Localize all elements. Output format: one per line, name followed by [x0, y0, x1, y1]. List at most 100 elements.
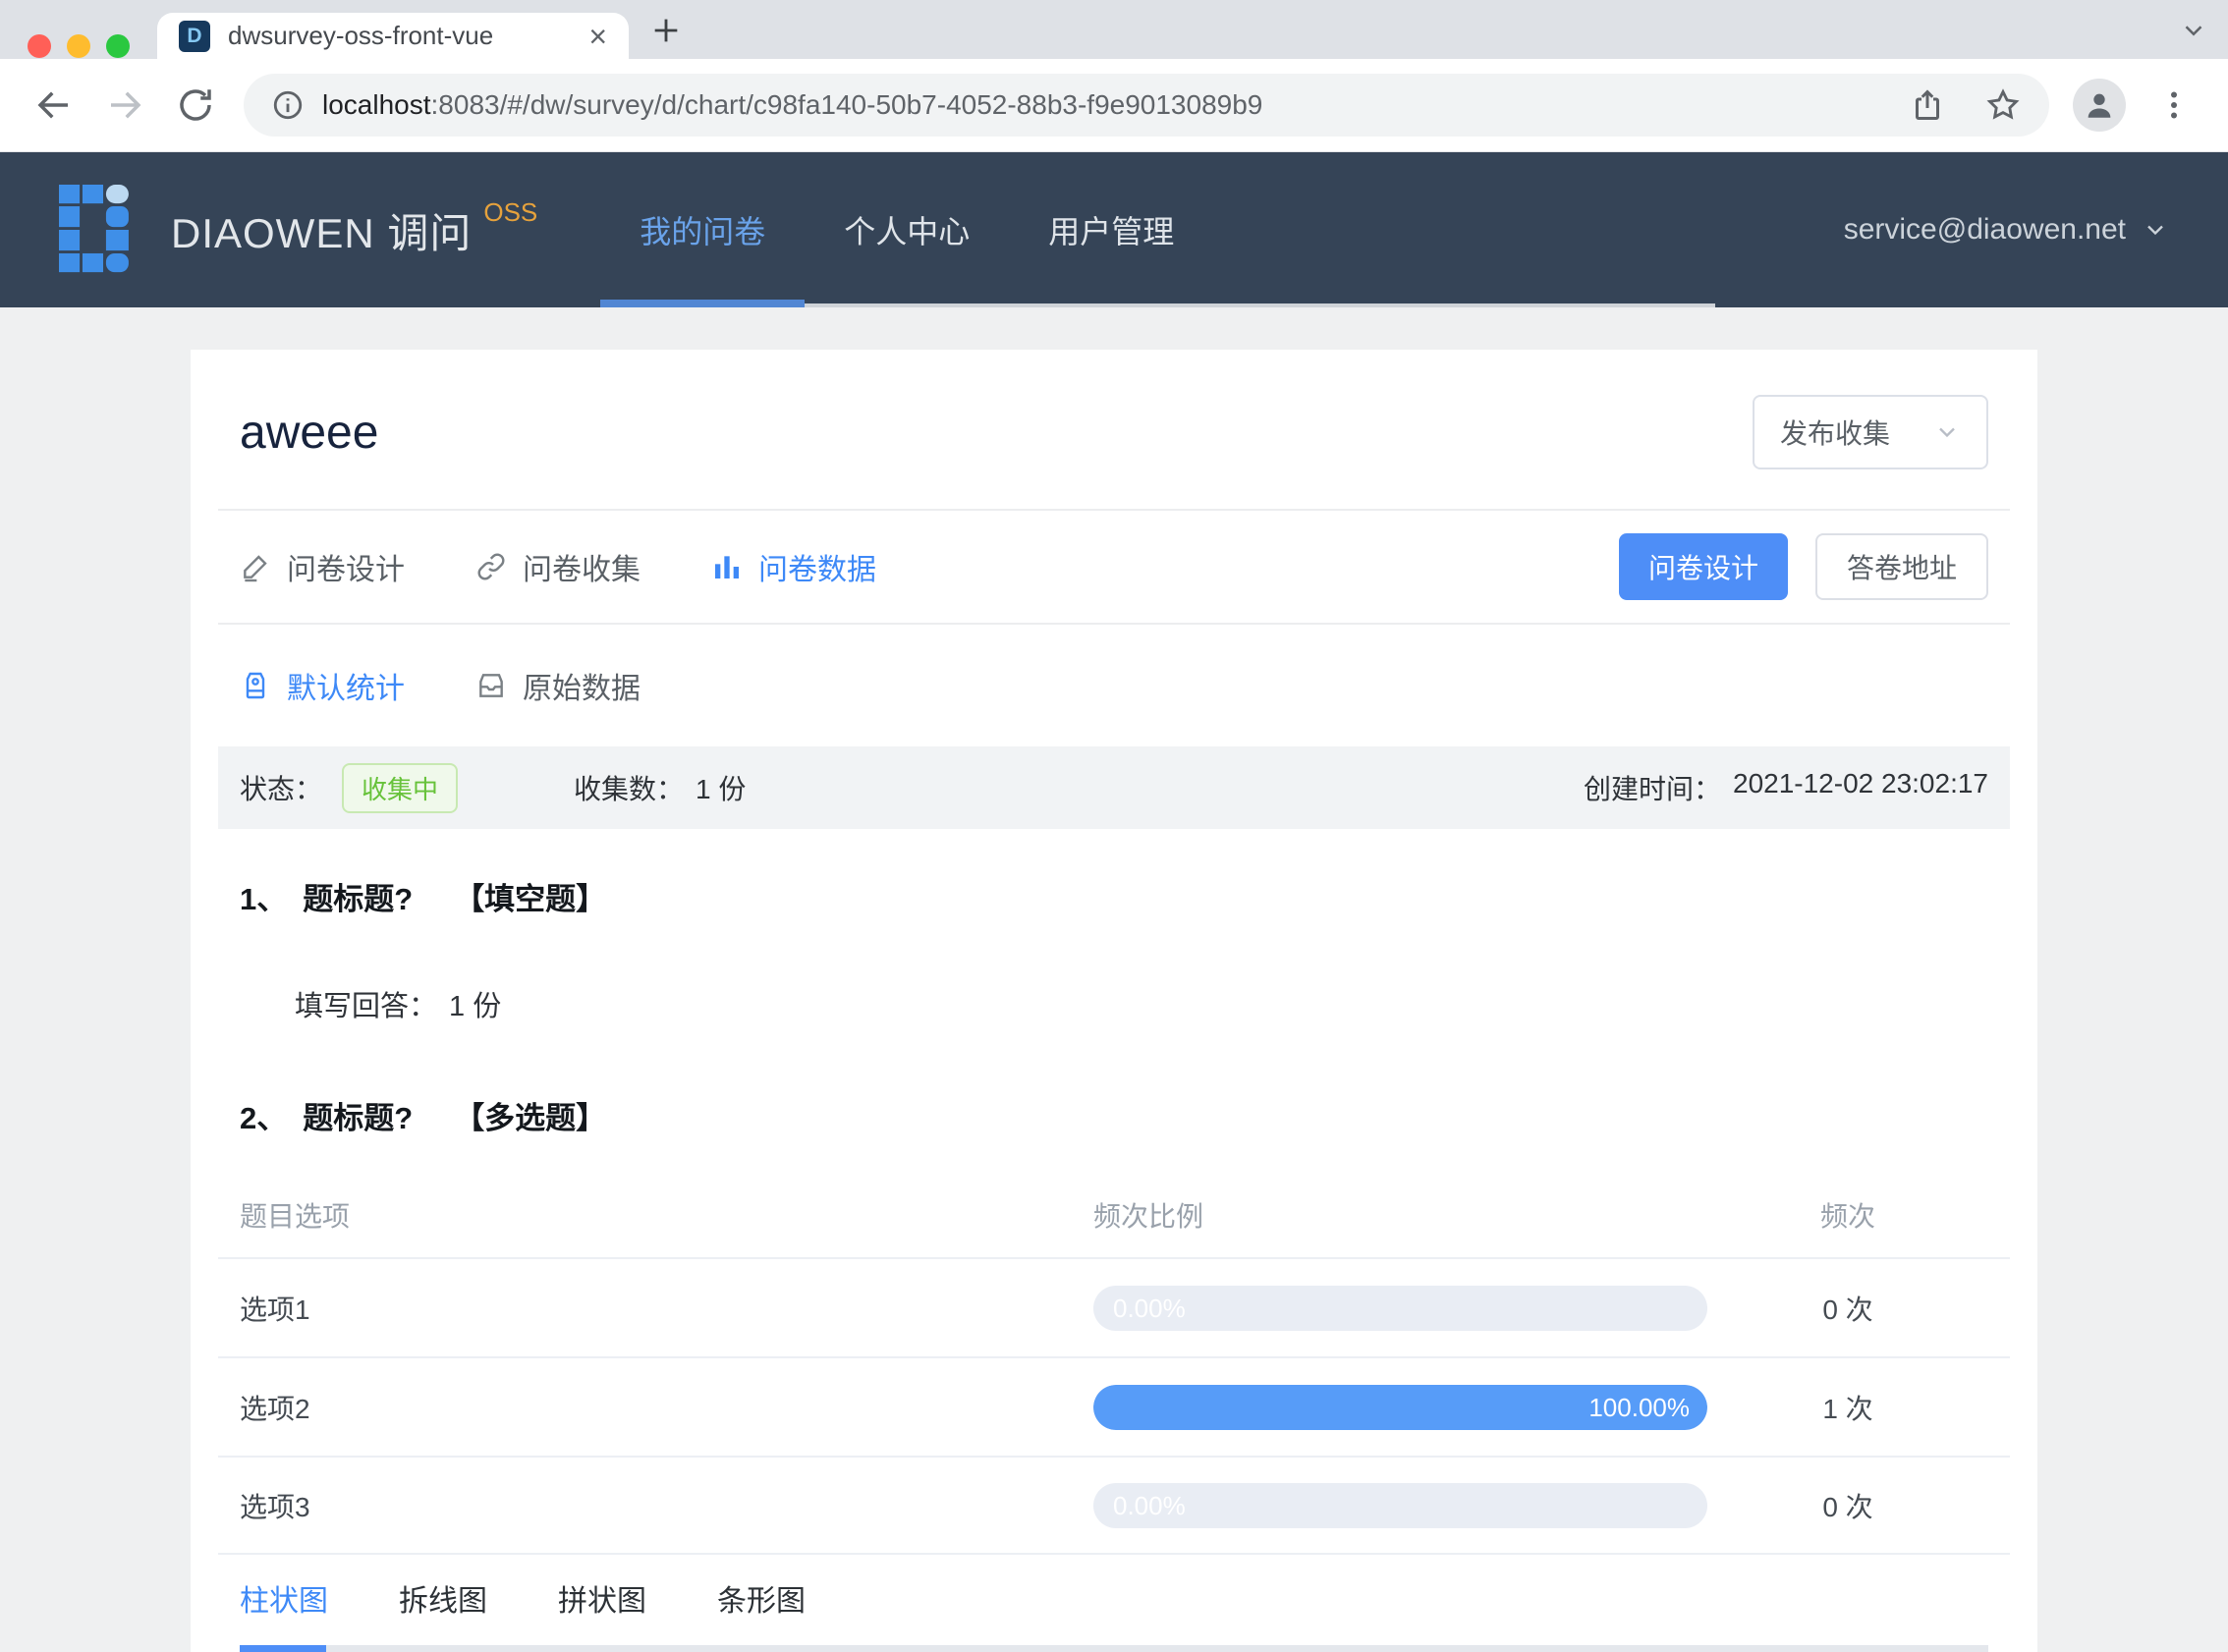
freq-value: 0 次 [1822, 1491, 1873, 1522]
question-text: 题标题? [303, 1101, 414, 1135]
main-nav: 我的问卷 个人中心 用户管理 [600, 152, 1716, 307]
window-zoom-button[interactable] [106, 34, 130, 58]
question-type: 【填空题】 [454, 882, 607, 916]
omnibox-actions [1910, 86, 2022, 124]
brand-oss-badge: OSS [483, 196, 538, 227]
question-1-answer-line: 填写回答： 1 份 [218, 918, 2010, 1024]
chart-tabs-track [240, 1645, 1988, 1652]
forward-arrow-icon [111, 91, 141, 119]
chart-type-tabs: 柱状图 拆线图 拼状图 条形图 [218, 1576, 2010, 1652]
status-badge: 收集中 [342, 762, 459, 813]
progress-label: 0.00% [1113, 1490, 1186, 1520]
chevron-down-icon [1939, 427, 1955, 438]
bar-chart-icon [715, 556, 739, 578]
bookmark-star-icon[interactable] [1984, 86, 2022, 124]
url-path: :8083/#/dw/survey/d/chart/c98fa140-50b7-… [430, 89, 1263, 120]
chart-tab-column[interactable]: 柱状图 [240, 1576, 328, 1620]
site-info-icon[interactable] [271, 88, 305, 122]
progress-label: 100.00% [1588, 1392, 1690, 1422]
favicon-icon: D [179, 20, 210, 52]
status-band: 状态： 收集中 收集数： 1 份 创建时间： 2021-12-02 23:02:… [218, 746, 2010, 829]
survey-title-row: aweee 发布收集 [218, 350, 2010, 509]
chart-tab-bar[interactable]: 条形图 [717, 1576, 806, 1620]
forward-button[interactable] [96, 77, 153, 134]
survey-actions: 问卷设计 答卷地址 [1618, 533, 1988, 600]
nav-item-user-management[interactable]: 用户管理 [1009, 152, 1213, 307]
url-bar[interactable]: localhost:8083/#/dw/survey/d/chart/c98fa… [244, 74, 2049, 137]
account-email: service@diaowen.net [1843, 213, 2126, 246]
subtab-label: 原始数据 [523, 673, 641, 705]
question-index: 1、 [240, 882, 288, 916]
freq-value: 1 次 [1822, 1393, 1873, 1424]
tag-icon [246, 672, 265, 699]
tab-title: dwsurvey-oss-front-vue [228, 21, 494, 50]
progress-label: 0.00% [1113, 1293, 1186, 1323]
chevron-down-icon [2147, 225, 2163, 236]
app-header: DIAOWEN 调问 OSS 我的问卷 个人中心 用户管理 service@di… [0, 152, 2228, 307]
nav-item-my-surveys[interactable]: 我的问卷 [600, 152, 806, 307]
question-type: 【多选题】 [454, 1101, 607, 1135]
ratio-progress-bar: 100.00% [1093, 1384, 1707, 1430]
survey-card: aweee 发布收集 问卷设计 问卷收集 问卷数据 问卷设计 答卷地址 默认统计… [191, 350, 2037, 1652]
created-time-label: 创建时间： [1583, 774, 1721, 804]
new-tab-button[interactable] [643, 8, 689, 53]
question-text: 题标题? [303, 882, 414, 916]
chart-tabs-active-indicator [240, 1645, 326, 1652]
option-stats-table: 题目选项 频次比例 频次 选项1 0.00% 0 次 选项2 100.00% 1… [218, 1173, 2010, 1555]
app-logo[interactable]: DIAOWEN 调问 OSS [59, 185, 537, 275]
window-close-button[interactable] [28, 34, 51, 58]
tab-survey-data[interactable]: 问卷数据 [711, 545, 876, 588]
url-host: localhost [322, 89, 431, 120]
back-arrow-icon [37, 91, 68, 119]
brand-name: DIAOWEN 调问 [171, 209, 473, 256]
created-time-group: 创建时间： 2021-12-02 23:02:17 [1584, 768, 1988, 807]
browser-tab[interactable]: D dwsurvey-oss-front-vue × [157, 13, 629, 59]
collect-count-label: 收集数： [574, 774, 685, 804]
tab-survey-design[interactable]: 问卷设计 [240, 545, 405, 588]
chart-tab-pie[interactable]: 拼状图 [558, 1576, 646, 1620]
back-button[interactable] [26, 77, 83, 134]
subtab-raw-data[interactable]: 原始数据 [475, 664, 641, 707]
kebab-menu-icon [2171, 91, 2177, 119]
status-label: 状态： [240, 774, 323, 804]
publish-collect-value: 发布收集 [1780, 418, 1891, 449]
link-icon [477, 553, 505, 580]
browser-window: D dwsurvey-oss-front-vue × localhost:808… [0, 0, 2228, 1652]
ratio-progress-bar: 0.00% [1093, 1482, 1707, 1528]
question-2-title: 2、 题标题? 【多选题】 [218, 1024, 2010, 1137]
subtab-default-stats[interactable]: 默认统计 [240, 664, 405, 707]
table-header-row: 题目选项 频次比例 频次 [218, 1173, 2010, 1257]
browser-tab-strip: D dwsurvey-oss-front-vue × [0, 0, 2228, 59]
option-label: 选项3 [240, 1491, 310, 1522]
share-icon[interactable] [1910, 87, 1945, 123]
pencil-icon [244, 555, 267, 582]
col-header-option: 题目选项 [240, 1201, 351, 1232]
tab-survey-collect[interactable]: 问卷收集 [475, 545, 641, 588]
created-time-value: 2021-12-02 23:02:17 [1733, 768, 1988, 798]
main-content: aweee 发布收集 问卷设计 问卷收集 问卷数据 问卷设计 答卷地址 默认统计… [0, 307, 2228, 1652]
tab-close-icon[interactable]: × [588, 21, 607, 52]
subtab-label: 默认统计 [287, 673, 405, 705]
survey-design-button[interactable]: 问卷设计 [1618, 533, 1788, 600]
tab-label: 问卷收集 [523, 554, 641, 586]
reload-button[interactable] [167, 77, 224, 134]
table-row: 选项3 0.00% 0 次 [218, 1456, 2010, 1555]
account-menu[interactable]: service@diaowen.net [1844, 213, 2169, 247]
window-controls [28, 34, 130, 58]
reload-icon [180, 89, 211, 121]
tab-label: 问卷数据 [758, 554, 876, 586]
data-subtabs: 默认统计 原始数据 [218, 625, 2010, 746]
chart-tab-line[interactable]: 拆线图 [399, 1576, 487, 1620]
nav-item-profile[interactable]: 个人中心 [805, 152, 1009, 307]
tab-search-chevron-icon[interactable] [2179, 16, 2208, 45]
browser-toolbar: localhost:8083/#/dw/survey/d/chart/c98fa… [0, 59, 2228, 152]
window-minimize-button[interactable] [67, 34, 90, 58]
publish-collect-select[interactable]: 发布收集 [1753, 395, 1988, 469]
browser-menu-button[interactable] [2145, 77, 2202, 134]
answer-url-button[interactable]: 答卷地址 [1814, 533, 1988, 600]
browser-profile-avatar[interactable] [2073, 79, 2126, 132]
survey-title: aweee [240, 406, 379, 459]
answer-label[interactable]: 填写回答： [295, 983, 437, 1024]
tab-label: 问卷设计 [287, 554, 405, 586]
col-header-freq: 频次 [1819, 1201, 1875, 1232]
